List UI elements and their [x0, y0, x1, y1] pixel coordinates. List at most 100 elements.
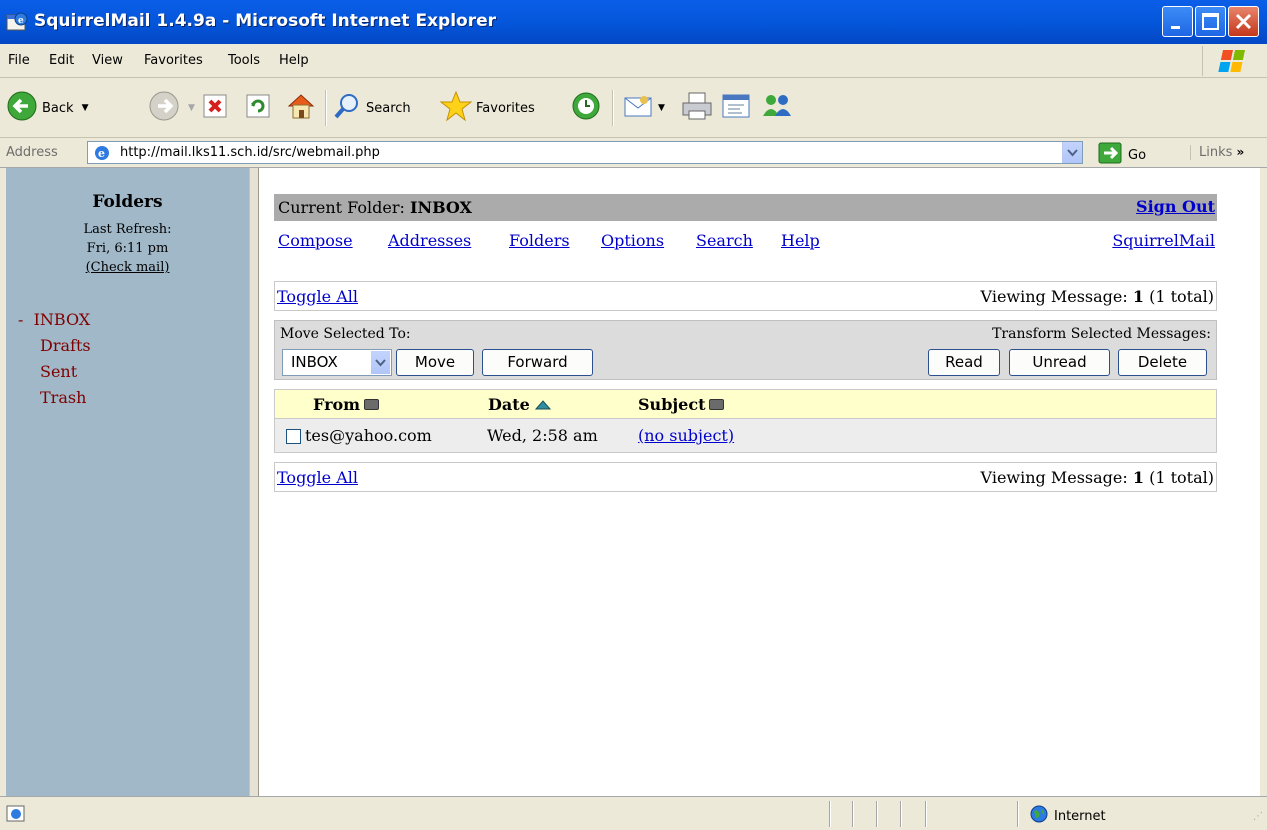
refresh-icon [244, 92, 272, 124]
maximize-button[interactable] [1195, 6, 1226, 37]
frame-splitter[interactable] [249, 168, 259, 796]
nav-help[interactable]: Help [781, 231, 820, 250]
mail-icon [622, 90, 656, 126]
go-arrow-icon [1098, 142, 1122, 168]
sort-up-icon[interactable] [534, 395, 551, 414]
resize-grip-icon[interactable]: ⋰ [1253, 811, 1263, 822]
toggle-all-link[interactable]: Toggle All [277, 468, 358, 487]
messenger-button[interactable] [760, 88, 794, 128]
select-dropdown-icon [371, 351, 390, 374]
viewing-num: 1 [1132, 287, 1144, 306]
refresh-button[interactable] [244, 88, 272, 128]
column-subject[interactable]: Subject [638, 395, 725, 414]
toggle-all-link[interactable]: Toggle All [277, 287, 358, 306]
history-icon [570, 90, 602, 126]
menu-bar: File Edit View Favorites Tools Help [0, 44, 1267, 78]
close-button[interactable] [1228, 6, 1259, 37]
title-bar[interactable]: e SquirrelMail 1.4.9a - Microsoft Intern… [0, 0, 1267, 44]
sign-out-link[interactable]: Sign Out [1136, 197, 1215, 216]
column-from-label: From [313, 395, 361, 414]
folder-sent[interactable]: Sent [40, 362, 77, 381]
links-label: Links [1199, 145, 1233, 160]
folder-inbox-label: INBOX [33, 310, 91, 329]
search-button[interactable]: Search [332, 88, 411, 128]
menu-file[interactable]: File [8, 53, 30, 68]
minimize-button[interactable] [1162, 6, 1193, 37]
sort-neutral-icon[interactable] [709, 399, 725, 410]
viewing-message-text: Viewing Message: 1 (1 total) [981, 287, 1214, 306]
home-icon [285, 90, 317, 126]
back-button[interactable]: Back ▼ [6, 88, 88, 128]
message-from: tes@yahoo.com [305, 426, 432, 445]
sort-neutral-icon[interactable] [364, 399, 380, 410]
viewing-suffix: (1 total) [1149, 287, 1214, 306]
check-mail-link[interactable]: (Check mail) [86, 260, 170, 275]
page-status-icon [6, 803, 26, 827]
menu-favorites[interactable]: Favorites [144, 53, 203, 68]
forward-dropdown-icon[interactable]: ▼ [188, 103, 195, 113]
globe-icon [1030, 805, 1048, 827]
folder-list-frame: Folders Last Refresh: Fri, 6:11 pm (Chec… [6, 168, 249, 796]
address-bar: Address e http://mail.lks11.sch.id/src/w… [0, 138, 1267, 168]
nav-search[interactable]: Search [696, 231, 753, 250]
folder-drafts[interactable]: Drafts [40, 336, 91, 355]
back-dropdown-icon[interactable]: ▼ [82, 103, 89, 113]
folder-trash[interactable]: Trash [40, 388, 86, 407]
viewing-suffix: (1 total) [1149, 468, 1214, 487]
back-arrow-icon [6, 90, 38, 126]
menu-help[interactable]: Help [279, 53, 309, 68]
move-target-select[interactable]: INBOX [282, 349, 392, 376]
column-from[interactable]: From [313, 395, 380, 414]
move-selected-label: Move Selected To: [280, 326, 411, 342]
search-icon [332, 91, 362, 125]
forward-message-button[interactable]: Forward [482, 349, 593, 376]
print-button[interactable] [680, 88, 714, 128]
address-input[interactable]: e http://mail.lks11.sch.id/src/webmail.p… [87, 141, 1083, 164]
nav-compose[interactable]: Compose [278, 231, 353, 250]
address-dropdown-icon[interactable] [1062, 142, 1082, 163]
menu-view[interactable]: View [92, 53, 123, 68]
message-subject-link[interactable]: (no subject) [638, 426, 734, 445]
address-url: http://mail.lks11.sch.id/src/webmail.php [120, 145, 380, 160]
edit-button[interactable] [720, 88, 754, 128]
folder-inbox[interactable]: - INBOX [18, 310, 90, 329]
column-subject-label: Subject [638, 395, 706, 414]
home-button[interactable] [285, 88, 317, 128]
go-button[interactable]: Go [1098, 142, 1146, 168]
viewing-prefix: Viewing Message: [980, 468, 1128, 487]
read-button[interactable]: Read [928, 349, 1000, 376]
current-folder-marker: - [18, 310, 24, 329]
message-checkbox[interactable] [286, 429, 301, 444]
history-button[interactable] [570, 88, 602, 128]
delete-button[interactable]: Delete [1118, 349, 1207, 376]
nav-addresses[interactable]: Addresses [388, 231, 471, 250]
links-button[interactable]: Links » [1190, 145, 1244, 160]
move-button[interactable]: Move [396, 349, 474, 376]
nav-options[interactable]: Options [601, 231, 664, 250]
security-zone[interactable]: Internet [1030, 805, 1106, 827]
stop-button[interactable] [201, 88, 229, 128]
squirrelmail-link[interactable]: SquirrelMail [1112, 231, 1215, 250]
viewing-message-text: Viewing Message: 1 (1 total) [981, 468, 1214, 487]
message-list-frame: Current Folder: INBOX Sign Out Compose A… [259, 168, 1260, 796]
forward-button[interactable]: ▼ [148, 88, 195, 128]
mail-dropdown-icon[interactable]: ▼ [658, 103, 665, 113]
viewing-prefix: Viewing Message: [980, 287, 1128, 306]
column-date[interactable]: Date [488, 395, 551, 414]
nav-folders[interactable]: Folders [509, 231, 570, 250]
ie-app-icon[interactable]: e [6, 12, 28, 32]
favorites-button[interactable]: Favorites [439, 88, 535, 128]
current-folder-name: INBOX [409, 198, 472, 217]
message-row[interactable]: tes@yahoo.com Wed, 2:58 am (no subject) [274, 419, 1217, 453]
print-icon [680, 90, 714, 126]
svg-text:e: e [18, 16, 24, 26]
unread-button[interactable]: Unread [1009, 349, 1110, 376]
mail-button[interactable]: ▼ [622, 88, 665, 128]
action-bar: Move Selected To: Transform Selected Mes… [274, 320, 1217, 380]
search-label: Search [366, 100, 411, 116]
favorites-label: Favorites [476, 100, 535, 116]
viewing-num: 1 [1132, 468, 1144, 487]
toggle-row-top: Toggle All Viewing Message: 1 (1 total) [274, 281, 1217, 311]
menu-tools[interactable]: Tools [228, 53, 260, 68]
menu-edit[interactable]: Edit [49, 53, 74, 68]
